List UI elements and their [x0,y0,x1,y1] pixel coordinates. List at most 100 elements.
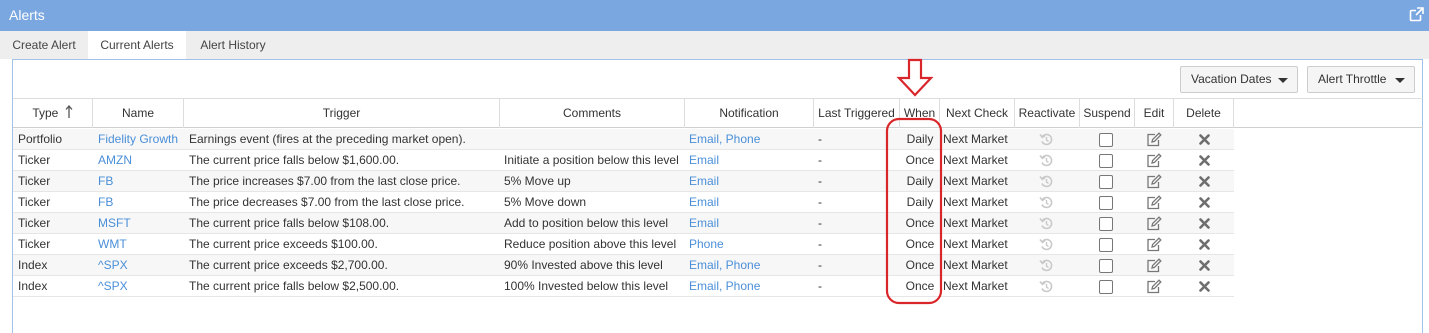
column-header-comments[interactable]: Comments [500,99,685,128]
highlight-box-when-column [885,117,943,305]
alerts-table-header: Type Name Trigger Comments Notification … [13,98,1423,128]
reactivate-icon[interactable] [1039,216,1054,234]
external-link-icon[interactable] [1409,7,1424,22]
notification-link[interactable]: Email, Phone [689,129,814,150]
column-header-next-check[interactable]: Next Check [940,99,1015,128]
suspend-checkbox[interactable] [1099,259,1113,273]
column-header-reactivate: Reactivate [1015,99,1080,128]
cell-next-check: Next Market [943,153,1008,167]
reactivate-icon[interactable] [1039,132,1054,150]
table-row: Ticker AMZN The current price falls below … [13,150,1234,171]
alert-throttle-button[interactable]: Alert Throttle [1307,66,1415,93]
column-header-suspend: Suspend [1080,99,1135,128]
delete-icon[interactable] [1199,155,1210,169]
cell-comments: Reduce position above this level [504,237,677,251]
cell-next-check: Next Market [943,258,1008,272]
table-row: Ticker MSFT The current price falls below … [13,213,1234,234]
cell-type: Ticker [18,153,51,167]
delete-icon[interactable] [1199,134,1210,148]
edit-icon[interactable] [1146,195,1162,213]
column-header-edit: Edit [1135,99,1174,128]
cell-next-check: Next Market [943,132,1008,146]
suspend-checkbox[interactable] [1099,175,1113,189]
window-title: Alerts [9,7,45,23]
delete-icon[interactable] [1199,197,1210,211]
cell-comments: 100% Invested below this level [504,279,669,293]
tab-current-alerts[interactable]: Current Alerts [88,31,186,59]
notification-link[interactable]: Email [689,192,814,213]
suspend-checkbox[interactable] [1099,133,1113,147]
cell-comments: 5% Move up [504,174,571,188]
suspend-checkbox[interactable] [1099,238,1113,252]
delete-icon[interactable] [1199,176,1210,190]
cell-trigger: The current price falls below $108.00. [189,216,390,230]
delete-icon[interactable] [1199,281,1210,295]
reactivate-icon[interactable] [1039,258,1054,276]
alert-name-link[interactable]: FB [98,171,184,192]
delete-icon[interactable] [1199,239,1210,253]
edit-icon[interactable] [1146,216,1162,234]
delete-icon[interactable] [1199,260,1210,274]
cell-trigger: The current price falls below $2,500.00. [189,279,400,293]
sort-up-arrow-icon [65,105,73,118]
cell-trigger: The current price falls below $1,600.00. [189,153,400,167]
column-header-delete: Delete [1174,99,1234,128]
cell-comments: 90% Invested above this level [504,258,663,272]
cell-next-check: Next Market [943,216,1008,230]
tab-create-alert[interactable]: Create Alert [0,31,88,59]
alert-name-link[interactable]: FB [98,192,184,213]
reactivate-icon[interactable] [1039,174,1054,192]
suspend-checkbox[interactable] [1099,217,1113,231]
cell-next-check: Next Market [943,279,1008,293]
alert-name-link[interactable]: Fidelity Growth [98,129,184,150]
notification-link[interactable]: Email, Phone [689,255,814,276]
cell-next-check: Next Market [943,174,1008,188]
cell-type: Ticker [18,195,51,209]
delete-icon[interactable] [1199,218,1210,232]
cell-trigger: The price decreases $7.00 from the last … [189,195,465,209]
column-header-notification[interactable]: Notification [685,99,814,128]
vacation-dates-label: Vacation Dates [1191,72,1272,86]
alert-name-link[interactable]: WMT [98,234,184,255]
alert-name-link[interactable]: MSFT [98,213,184,234]
alert-name-link[interactable]: AMZN [98,150,184,171]
edit-icon[interactable] [1146,279,1162,297]
edit-icon[interactable] [1146,132,1162,150]
notification-link[interactable]: Email, Phone [689,276,814,297]
cell-trigger: The price increases $7.00 from the last … [189,174,461,188]
edit-icon[interactable] [1146,237,1162,255]
cell-trigger: Earnings event (fires at the preceding m… [189,132,466,146]
column-header-name[interactable]: Name [93,99,184,128]
vacation-dates-button[interactable]: Vacation Dates [1180,66,1298,93]
cell-comments [504,129,685,150]
cell-comments: 5% Move down [504,195,587,209]
edit-icon[interactable] [1146,174,1162,192]
suspend-checkbox[interactable] [1099,154,1113,168]
alert-name-link[interactable]: ^SPX [98,276,184,297]
alerts-titlebar: Alerts [0,0,1429,31]
edit-icon[interactable] [1146,153,1162,171]
column-header-trigger[interactable]: Trigger [184,99,500,128]
down-arrow-annotation [896,58,934,97]
reactivate-icon[interactable] [1039,195,1054,213]
alert-name-link[interactable]: ^SPX [98,255,184,276]
tab-bar: Create Alert Current Alerts Alert Histor… [0,31,1429,59]
current-alerts-panel: Vacation Dates Alert Throttle Type Name … [12,59,1423,333]
reactivate-icon[interactable] [1039,153,1054,171]
suspend-checkbox[interactable] [1099,196,1113,210]
reactivate-icon[interactable] [1039,279,1054,297]
edit-icon[interactable] [1146,258,1162,276]
notification-link[interactable]: Phone [689,234,814,255]
cell-type: Index [18,279,48,293]
notification-link[interactable]: Email [689,171,814,192]
suspend-checkbox[interactable] [1099,280,1113,294]
column-header-type[interactable]: Type [13,99,93,128]
cell-type: Ticker [18,174,51,188]
cell-comments: Add to position below this level [504,216,669,230]
cell-trigger: The current price exceeds $100.00. [189,237,378,251]
notification-link[interactable]: Email [689,150,814,171]
reactivate-icon[interactable] [1039,237,1054,255]
column-header-type-label: Type [32,106,59,120]
notification-link[interactable]: Email [689,213,814,234]
tab-alert-history[interactable]: Alert History [186,31,280,59]
